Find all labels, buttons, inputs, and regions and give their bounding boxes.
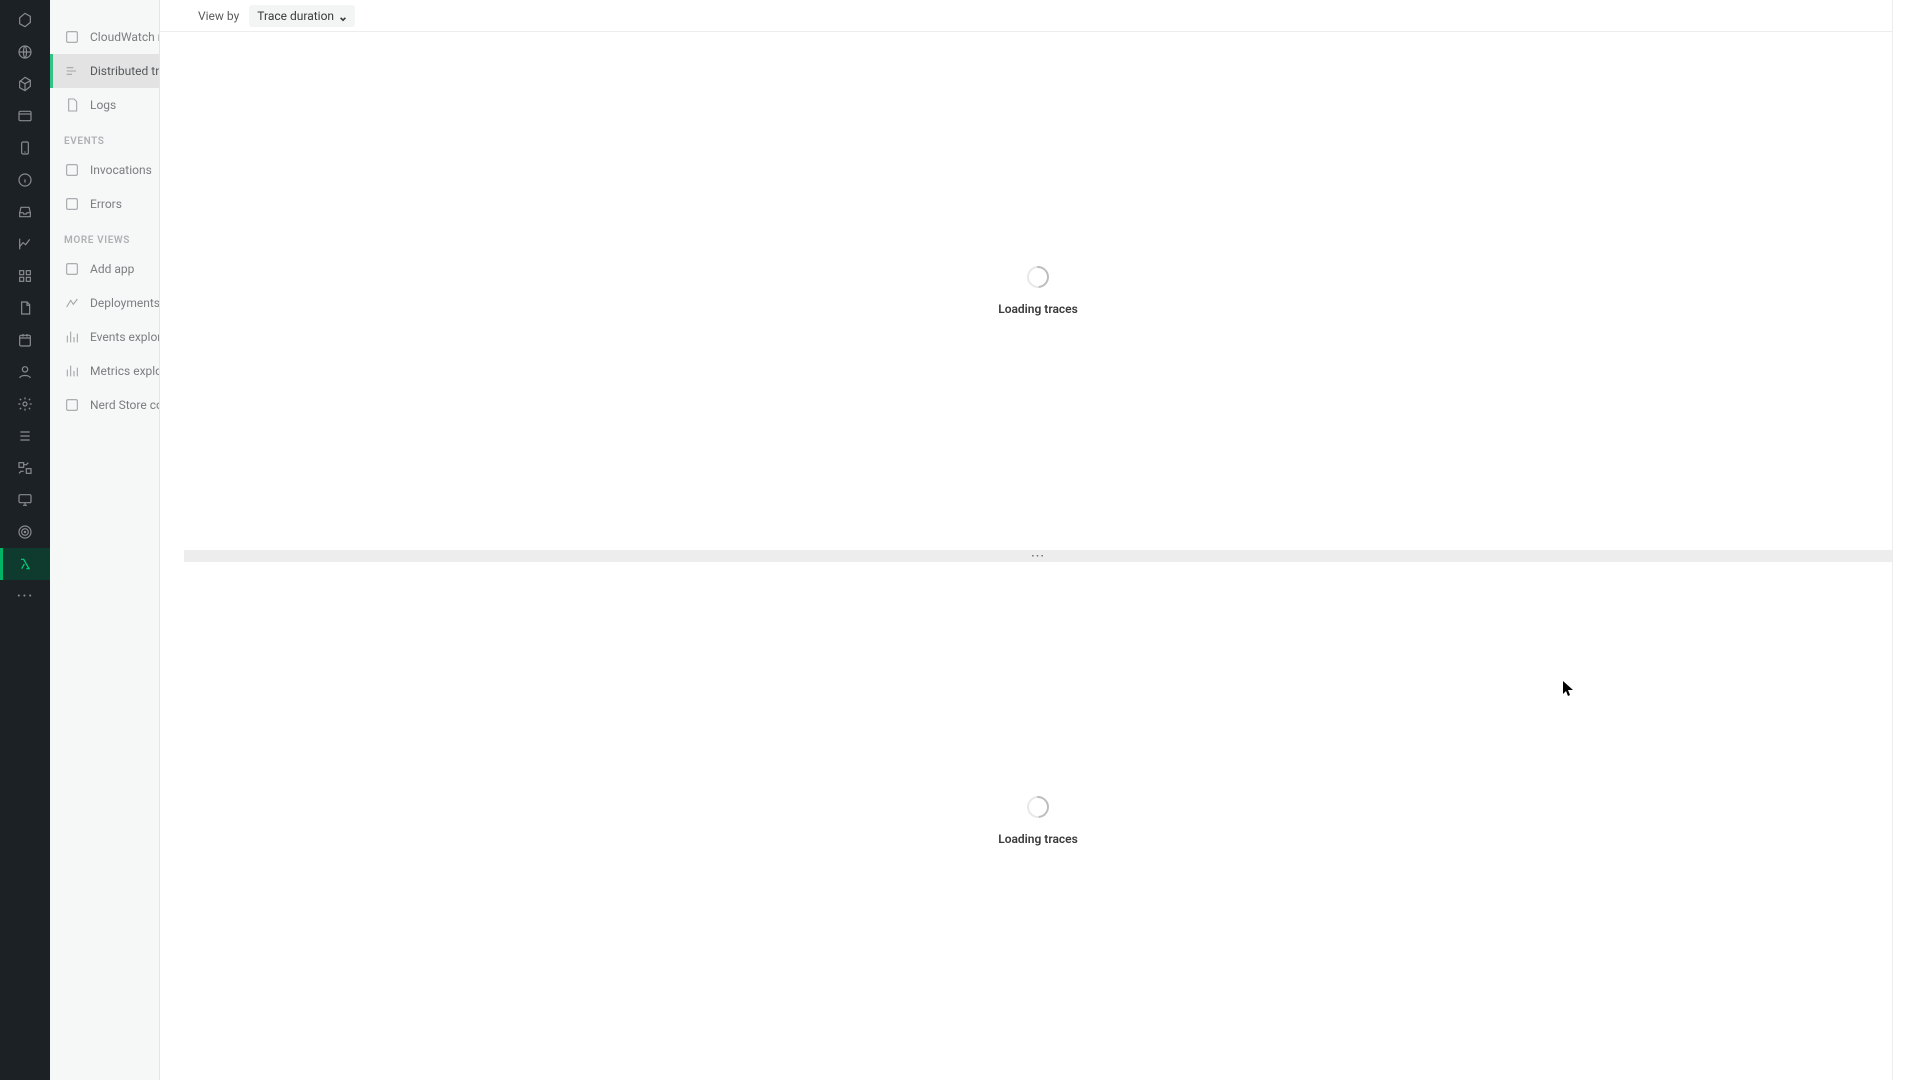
loading-indicator: Loading traces [998,796,1078,846]
sidebar-item-label: Distributed tracing [90,64,159,78]
sidebar-item-logs[interactable]: Logs [50,88,159,122]
rail-globe-icon[interactable] [0,36,50,68]
doc-icon [64,97,80,113]
view-by-dropdown[interactable]: Trace duration [249,5,355,27]
main-content: View by Trace duration Loading traces ⋯ … [160,0,1892,1080]
dropdown-value: Trace duration [257,9,334,23]
segments-icon [64,295,80,311]
rail-chart-icon[interactable] [0,228,50,260]
panel-icon [64,397,80,413]
rail-cube-icon[interactable] [0,68,50,100]
rail-gear-icon[interactable] [0,388,50,420]
view-by-label: View by [198,9,239,23]
spinner-icon [1023,262,1054,293]
side-section-events: EVENTS [50,122,159,153]
panel-icon [64,196,80,212]
loading-text: Loading traces [998,302,1078,316]
traces-panel-bottom: Loading traces [184,562,1892,1080]
loading-indicator: Loading traces [998,266,1078,316]
sidebar-item-invocations[interactable]: Invocations [50,153,159,187]
rail-info-icon[interactable] [0,164,50,196]
rail-monitor-icon[interactable] [0,484,50,516]
rail-shuffle-icon[interactable] [0,452,50,484]
rail-inbox-icon[interactable] [0,196,50,228]
sidebar-item-label: Deployments [90,296,159,310]
right-gutter [1892,0,1920,1080]
panel-icon [64,29,80,45]
panel-splitter[interactable]: ⋯ [184,550,1892,562]
sidebar-item-cloudwatch[interactable]: CloudWatch metric streams [50,20,159,54]
sidebar-item-distributed[interactable]: Distributed tracing [50,54,159,88]
rail-grid-icon[interactable] [0,260,50,292]
chevron-down-icon [339,12,347,20]
traces-panel-top: Loading traces [184,32,1892,550]
sidebar-item-addapp[interactable]: Add app [50,252,159,286]
tracing-icon [64,63,80,79]
rail-radar-icon[interactable] [0,516,50,548]
toolbar: View by Trace duration [160,0,1892,32]
sidebar-item-events-explorer[interactable]: Events explorer [50,320,159,354]
rail-list-icon[interactable] [0,420,50,452]
panel-icon [64,162,80,178]
sidebar-item-label: Events explorer [90,330,159,344]
sidebar-item-label: Logs [90,98,116,112]
sidebar-item-label: Add app [90,262,134,276]
icon-rail: ··· [0,0,50,1080]
panels-container: Loading traces ⋯ Loading traces [184,32,1892,1080]
loading-text: Loading traces [998,832,1078,846]
bars-icon [64,363,80,379]
bars-icon [64,329,80,345]
side-panel: CloudWatch metric streams Distributed tr… [50,0,160,1080]
side-section-more: MORE VIEWS [50,221,159,252]
rail-mobile-icon[interactable] [0,132,50,164]
sidebar-item-deployments[interactable]: Deployments [50,286,159,320]
rail-more-icon[interactable]: ··· [0,580,50,612]
sidebar-item-label: Nerd Store collection browser [90,398,159,412]
rail-lambda-icon[interactable] [0,548,50,580]
sidebar-item-nerdstore[interactable]: Nerd Store collection browser [50,388,159,422]
rail-doc-icon[interactable] [0,292,50,324]
panel-icon [64,261,80,277]
sidebar-item-label: Invocations [90,163,152,177]
spinner-icon [1023,792,1054,823]
sidebar-item-label: Errors [90,197,122,211]
rail-hex-icon[interactable] [0,4,50,36]
sidebar-item-errors[interactable]: Errors [50,187,159,221]
sidebar-item-label: CloudWatch metric streams [90,30,159,44]
sidebar-item-metrics-explorer[interactable]: Metrics explorer [50,354,159,388]
rail-window-icon[interactable] [0,100,50,132]
rail-user-icon[interactable] [0,356,50,388]
rail-calendar-icon[interactable] [0,324,50,356]
sidebar-item-label: Metrics explorer [90,364,159,378]
